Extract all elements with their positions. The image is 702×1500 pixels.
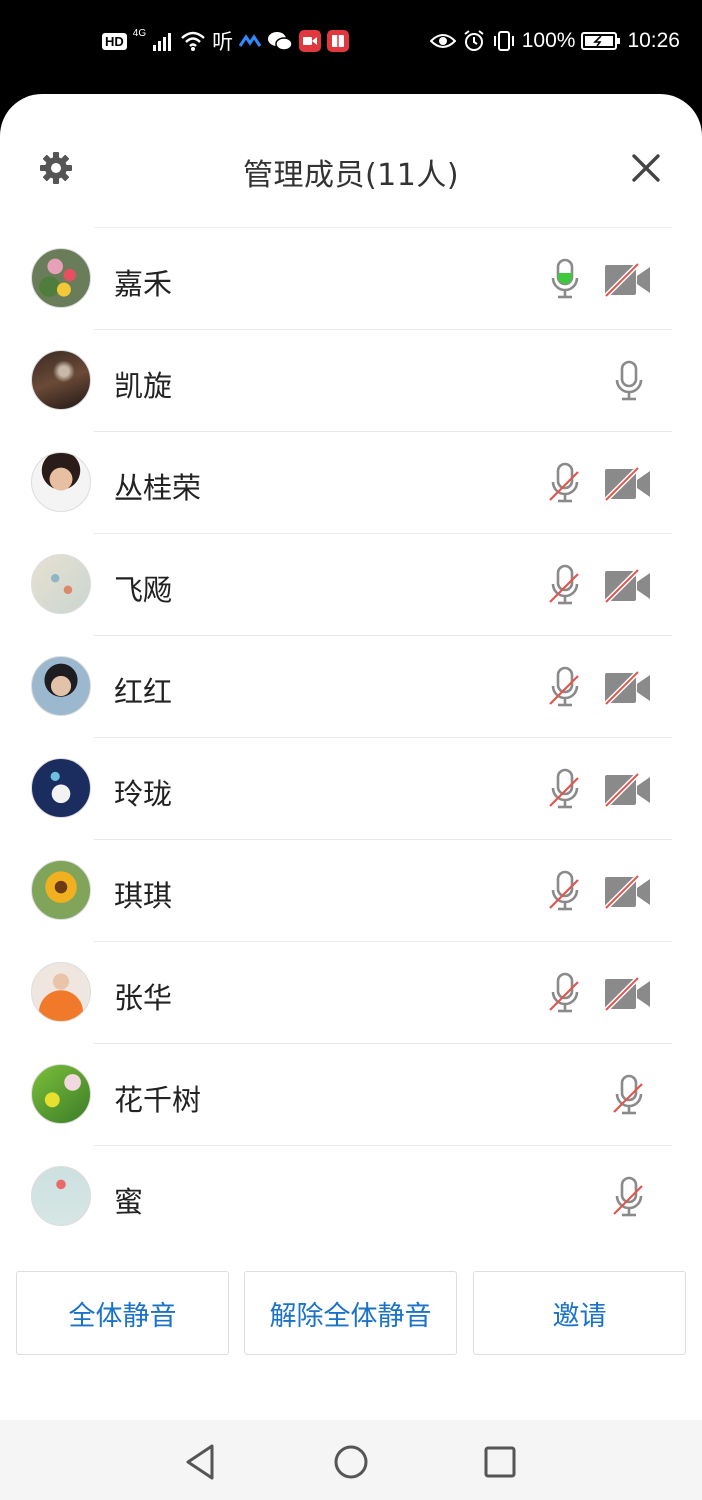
- vibrate-icon: [493, 31, 514, 51]
- avatar: [31, 452, 91, 512]
- member-row[interactable]: 琪琪: [31, 839, 672, 941]
- back-icon[interactable]: [182, 1442, 222, 1482]
- mic-muted-icon[interactable]: [548, 972, 582, 1016]
- member-name: 凯旋: [114, 369, 173, 403]
- book-app-icon: [327, 30, 350, 52]
- recents-icon[interactable]: [480, 1442, 520, 1482]
- battery-percent: 100%: [521, 29, 576, 52]
- status-bar: HD 4G 听 100% 10:26: [0, 0, 702, 92]
- member-name: 琪琪: [114, 879, 173, 913]
- avatar: [31, 758, 91, 818]
- clock: 10:26: [627, 29, 680, 52]
- camera-off-icon[interactable]: [604, 568, 652, 604]
- avatar: [31, 962, 91, 1022]
- camera-off-icon[interactable]: [604, 976, 652, 1012]
- avatar: [31, 1166, 91, 1226]
- video-app-icon: [299, 30, 322, 52]
- wifi-icon: [181, 31, 205, 51]
- member-row[interactable]: 红红: [31, 635, 672, 737]
- mic-muted-icon[interactable]: [548, 666, 582, 710]
- avatar: [31, 554, 91, 614]
- network-type: 4G: [132, 27, 147, 39]
- battery-icon: [581, 32, 621, 50]
- member-list: 嘉禾凯旋丛桂荣飞飏红红玲珑琪琪张华花千树蜜: [0, 227, 702, 1247]
- mic-active-icon[interactable]: [548, 258, 582, 302]
- avatar: [31, 350, 91, 410]
- mic-muted-icon[interactable]: [548, 768, 582, 812]
- member-name: 花千树: [114, 1083, 202, 1117]
- avatar: [31, 860, 91, 920]
- listen-label: 听: [212, 31, 234, 54]
- mic-muted-icon[interactable]: [612, 1176, 646, 1220]
- camera-off-icon[interactable]: [604, 262, 652, 298]
- member-name: 丛桂荣: [114, 471, 202, 505]
- avatar: [31, 248, 91, 308]
- system-nav-bar: [0, 1420, 702, 1500]
- avatar: [31, 1064, 91, 1124]
- member-management-sheet: 管理成员(11人) 嘉禾凯旋丛桂荣飞飏红红玲珑琪琪张华花千树蜜 全体静音 解除全…: [0, 94, 702, 1420]
- mic-muted-icon[interactable]: [548, 564, 582, 608]
- mic-icon[interactable]: [612, 360, 646, 404]
- action-bar: 全体静音 解除全体静音 邀请: [16, 1271, 686, 1357]
- member-name: 玲珑: [114, 777, 173, 811]
- signal-icon: [153, 33, 172, 51]
- mic-muted-icon[interactable]: [548, 870, 582, 914]
- home-icon[interactable]: [331, 1442, 371, 1482]
- member-name: 嘉禾: [114, 267, 173, 301]
- invite-button[interactable]: 邀请: [473, 1271, 686, 1355]
- member-row[interactable]: 玲珑: [31, 737, 672, 839]
- camera-off-icon[interactable]: [604, 466, 652, 502]
- member-name: 张华: [114, 981, 173, 1015]
- camera-off-icon[interactable]: [604, 874, 652, 910]
- close-icon[interactable]: [628, 150, 664, 186]
- member-row[interactable]: 飞飏: [31, 533, 672, 635]
- sheet-header: 管理成员(11人): [0, 94, 702, 228]
- member-row[interactable]: 嘉禾: [31, 227, 672, 329]
- member-name: 红红: [114, 675, 173, 709]
- hd-badge: HD: [102, 32, 127, 50]
- app-logo-icon: [239, 34, 262, 47]
- member-row[interactable]: 凯旋: [31, 329, 672, 431]
- camera-off-icon[interactable]: [604, 772, 652, 808]
- mute-all-button[interactable]: 全体静音: [16, 1271, 229, 1355]
- member-row[interactable]: 张华: [31, 941, 672, 1043]
- mic-muted-icon[interactable]: [548, 462, 582, 506]
- alarm-icon: [464, 30, 484, 51]
- status-left: HD 4G 听: [102, 26, 350, 56]
- avatar: [31, 656, 91, 716]
- camera-off-icon[interactable]: [604, 670, 652, 706]
- status-right: 100% 10:26: [429, 26, 680, 56]
- member-name: 蜜: [114, 1185, 144, 1219]
- wechat-icon: [268, 32, 293, 51]
- unmute-all-button[interactable]: 解除全体静音: [244, 1271, 457, 1355]
- eye-icon: [429, 34, 456, 48]
- page-title: 管理成员(11人): [242, 158, 460, 193]
- member-row[interactable]: 丛桂荣: [31, 431, 672, 533]
- member-row[interactable]: 花千树: [31, 1043, 672, 1145]
- member-name: 飞飏: [114, 573, 173, 607]
- member-row[interactable]: 蜜: [31, 1145, 672, 1247]
- mic-muted-icon[interactable]: [612, 1074, 646, 1118]
